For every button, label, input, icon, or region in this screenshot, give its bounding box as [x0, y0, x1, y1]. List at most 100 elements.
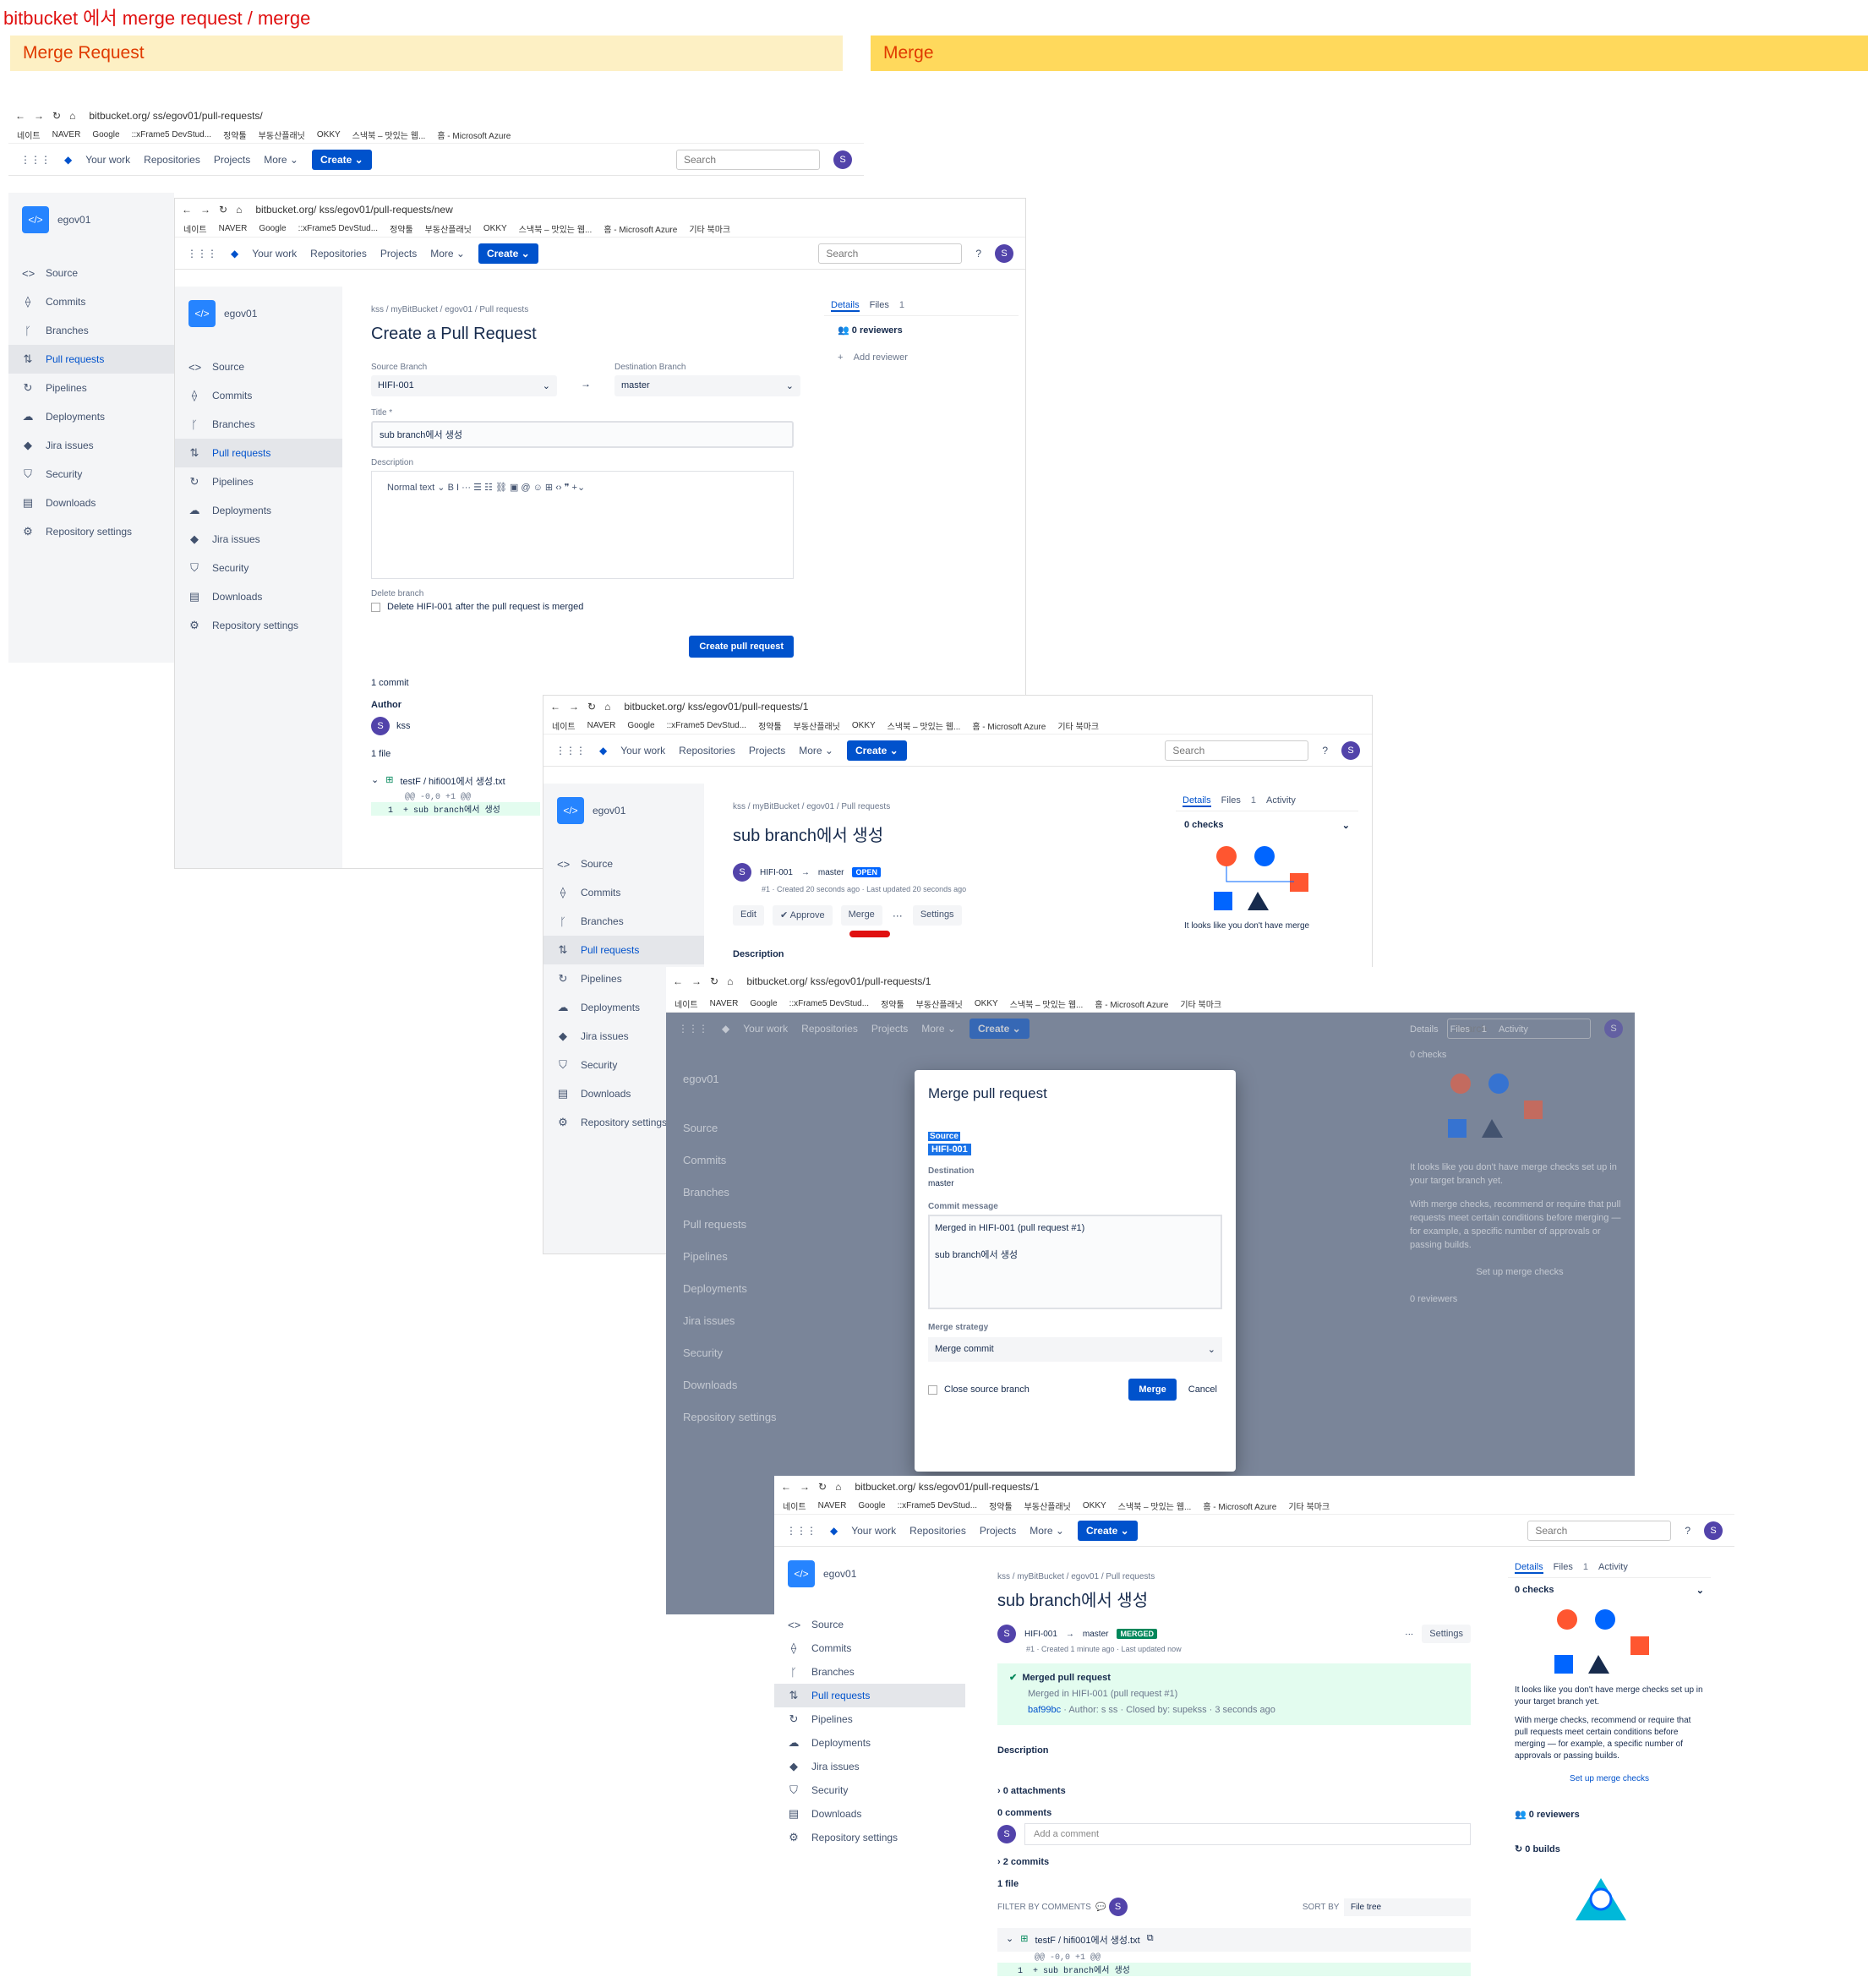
- sidebar-item-downloads[interactable]: ▤ Downloads: [8, 489, 174, 517]
- forward-icon[interactable]: →: [691, 975, 702, 987]
- sidebar-item-pipelines[interactable]: ↻ Pipelines: [175, 467, 342, 496]
- bookmark[interactable]: Google: [259, 224, 286, 233]
- bookmark[interactable]: 홈 - Microsoft Azure: [972, 719, 1046, 732]
- sidebar-item-branches[interactable]: ᚴ Branches: [774, 1660, 965, 1684]
- bookmark[interactable]: 네이트: [17, 128, 41, 141]
- avatar[interactable]: S: [833, 150, 852, 169]
- sidebar-item-security[interactable]: ⛉ Security: [8, 460, 174, 489]
- nav-projects[interactable]: Projects: [749, 745, 785, 756]
- checks-row[interactable]: 0 checks ⌄: [1176, 811, 1358, 839]
- sidebar-item-settings[interactable]: ⚙ Repository settings: [8, 517, 174, 546]
- bookmark[interactable]: NAVER: [587, 721, 616, 730]
- add-reviewer[interactable]: + Add reviewer: [824, 344, 1019, 371]
- checks-row[interactable]: 0 checks ⌄: [1508, 1578, 1711, 1603]
- sidebar-item-settings[interactable]: ⚙ Repository settings: [774, 1826, 965, 1849]
- close-branch-checkbox[interactable]: [928, 1384, 937, 1395]
- bookmark[interactable]: 부동산플래닛: [1024, 1499, 1071, 1512]
- tab-activity[interactable]: Activity: [1598, 1562, 1628, 1574]
- delete-branch-checkbox[interactable]: [371, 602, 380, 612]
- sort-select[interactable]: File tree: [1344, 1898, 1471, 1916]
- tab-files[interactable]: Files: [870, 300, 889, 312]
- sidebar-item-source[interactable]: <> Source: [774, 1613, 965, 1636]
- url-bar[interactable]: bitbucket.org/ kss/egov01/pull-requests/…: [746, 975, 931, 987]
- sidebar-item-pull-requests[interactable]: ⇅ Pull requests: [175, 439, 342, 467]
- sidebar-item-commits[interactable]: ⟠ Commits: [543, 878, 704, 907]
- create-button[interactable]: Create ⌄: [311, 149, 372, 170]
- bookmark[interactable]: 부동산플래닛: [259, 128, 305, 141]
- nav-more[interactable]: More ⌄: [430, 248, 465, 259]
- more-actions-icon[interactable]: ···: [891, 905, 904, 926]
- attachments-toggle[interactable]: › 0 attachments: [997, 1786, 1471, 1796]
- sidebar-item-security[interactable]: ⛉ Security: [774, 1778, 965, 1802]
- merged-commit-hash[interactable]: baf99bc: [1028, 1705, 1061, 1715]
- bookmark[interactable]: ::xFrame5 DevStud...: [789, 999, 869, 1008]
- bookmark[interactable]: ::xFrame5 DevStud...: [898, 1501, 977, 1510]
- sidebar-item-source[interactable]: <> Source: [8, 259, 174, 287]
- bookmark[interactable]: 정약툴: [390, 222, 413, 235]
- tab-details[interactable]: Details: [1515, 1562, 1543, 1574]
- tab-files[interactable]: Files: [1221, 795, 1241, 807]
- home-icon[interactable]: ⌂: [69, 110, 75, 122]
- bookmark[interactable]: ::xFrame5 DevStud...: [667, 721, 746, 730]
- sidebar-item-pull-requests[interactable]: ⇅ Pull requests: [774, 1684, 965, 1707]
- forward-icon[interactable]: →: [34, 110, 44, 122]
- sidebar-item-source[interactable]: <> Source: [543, 849, 704, 878]
- create-button[interactable]: Create ⌄: [478, 243, 538, 264]
- bookmark[interactable]: Google: [750, 999, 777, 1008]
- sidebar-item-branches[interactable]: ᚴ Branches: [543, 907, 704, 936]
- bookmark[interactable]: Google: [858, 1501, 885, 1510]
- bitbucket-logo-icon[interactable]: ◆: [64, 154, 72, 166]
- help-icon[interactable]: ?: [1322, 745, 1328, 756]
- bookmark[interactable]: 부동산플래닛: [794, 719, 840, 732]
- apps-icon[interactable]: ⋮⋮⋮: [555, 745, 586, 756]
- editor-toolbar[interactable]: Normal text ⌄ B I ··· ☰ ☷ ⛓ ▣ @ ☺ ⊞ ‹› ❞…: [387, 483, 585, 493]
- repo-header[interactable]: </> egov01: [175, 287, 342, 352]
- more-actions-icon[interactable]: ···: [1405, 1630, 1413, 1639]
- avatar[interactable]: S: [1108, 1898, 1128, 1916]
- copy-icon[interactable]: ⧉: [1147, 1933, 1154, 1947]
- sidebar-item-pull-requests[interactable]: ⇅ Pull requests: [543, 936, 704, 964]
- bookmark[interactable]: 스낵북 – 맛있는 웹...: [888, 719, 961, 732]
- sidebar-item-branches[interactable]: ᚴ Branches: [175, 410, 342, 439]
- bookmark[interactable]: 네이트: [183, 222, 207, 235]
- nav-more[interactable]: More ⌄: [1030, 1525, 1064, 1537]
- sidebar-item-commits[interactable]: ⟠ Commits: [175, 381, 342, 410]
- sidebar-item-settings[interactable]: ⚙ Repository settings: [175, 611, 342, 640]
- tab-details[interactable]: Details: [831, 300, 860, 312]
- bookmark[interactable]: OKKY: [1083, 1501, 1106, 1510]
- cancel-button[interactable]: Cancel: [1183, 1384, 1222, 1395]
- nav-your-work[interactable]: Your work: [851, 1525, 896, 1537]
- bookmark[interactable]: 정약툴: [881, 997, 904, 1010]
- sidebar-item-security[interactable]: ⛉ Security: [175, 554, 342, 582]
- bookmark[interactable]: NAVER: [710, 999, 739, 1008]
- bookmark[interactable]: 기타 북마크: [689, 222, 730, 235]
- forward-icon[interactable]: →: [569, 701, 579, 713]
- back-icon[interactable]: ←: [550, 701, 560, 713]
- bookmark[interactable]: Google: [627, 721, 654, 730]
- title-input[interactable]: sub branch에서 생성: [371, 421, 794, 448]
- create-pull-request-button[interactable]: Create pull request: [689, 636, 794, 658]
- bookmark[interactable]: 홈 - Microsoft Azure: [437, 128, 511, 141]
- sidebar-item-deployments[interactable]: ☁ Deployments: [175, 496, 342, 525]
- reviewers-row[interactable]: 👥 0 reviewers: [1508, 1783, 1711, 1827]
- home-icon[interactable]: ⌂: [835, 1481, 841, 1493]
- bookmark[interactable]: ::xFrame5 DevStud...: [132, 130, 211, 139]
- reload-icon[interactable]: ↻: [219, 204, 227, 216]
- commit-message-textarea[interactable]: Merged in HIFI-001 (pull request #1) sub…: [928, 1215, 1222, 1309]
- bookmark[interactable]: OKKY: [317, 130, 341, 139]
- repo-header[interactable]: </> egov01: [8, 193, 174, 259]
- bookmark[interactable]: ::xFrame5 DevStud...: [298, 224, 378, 233]
- avatar[interactable]: S: [1341, 740, 1360, 760]
- repo-header[interactable]: </> egov01: [774, 1547, 965, 1613]
- merge-button[interactable]: Merge: [840, 905, 882, 926]
- reload-icon[interactable]: ↻: [818, 1481, 827, 1493]
- bookmark[interactable]: Google: [92, 130, 119, 139]
- bookmark[interactable]: 기타 북마크: [1180, 997, 1221, 1010]
- apps-icon[interactable]: ⋮⋮⋮: [20, 154, 51, 166]
- bookmark[interactable]: 홈 - Microsoft Azure: [604, 222, 677, 235]
- bookmark[interactable]: 부동산플래닛: [916, 997, 963, 1010]
- sidebar-item-branches[interactable]: ᚴ Branches: [8, 316, 174, 345]
- nav-your-work[interactable]: Your work: [85, 154, 130, 166]
- bitbucket-logo-icon[interactable]: ◆: [231, 248, 238, 259]
- nav-projects[interactable]: Projects: [980, 1525, 1016, 1537]
